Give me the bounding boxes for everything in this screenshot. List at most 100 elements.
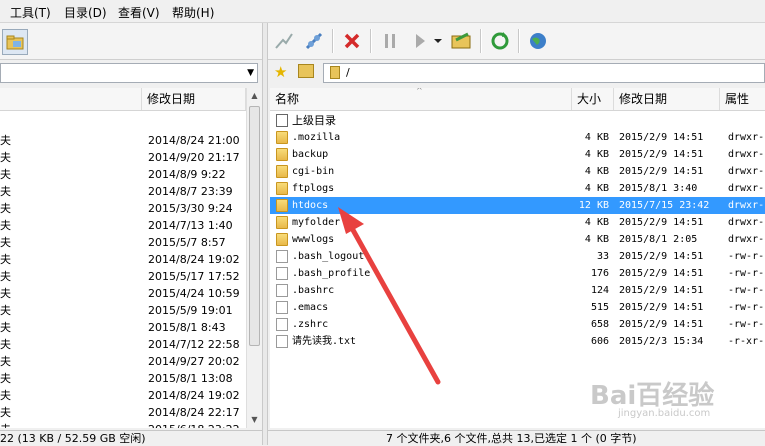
star-icon[interactable]: ★ (274, 63, 287, 81)
table-row[interactable]: backup 4 KB 2015/2/9 14:51 drwxr- (270, 146, 765, 163)
table-row[interactable]: .mozilla 4 KB 2015/2/9 14:51 drwxr- (270, 129, 765, 146)
local-row-name: 夫 (0, 151, 11, 164)
local-row-name: 夫 (0, 185, 11, 198)
remote-row-attr: -rw-r- (728, 268, 765, 279)
menu-directory[interactable]: 目录(D) (64, 4, 107, 21)
local-row-date: 2014/8/24 22:17 (148, 406, 240, 419)
table-row[interactable]: 夫 2015/8/1 8:43 (0, 319, 246, 336)
local-col-name[interactable] (0, 88, 142, 110)
table-row[interactable]: 夫 2014/9/27 20:02 (0, 353, 246, 370)
table-row[interactable]: myfolder 4 KB 2015/2/9 14:51 drwxr- (270, 214, 765, 231)
table-row[interactable]: htdocs 12 KB 2015/7/15 23:42 drwxr- (270, 197, 765, 214)
remote-path-field[interactable]: / (323, 63, 765, 83)
table-row[interactable]: 夫 2014/8/24 19:02 (0, 387, 246, 404)
local-row-date: 2014/8/24 21:00 (148, 134, 240, 147)
remote-row-attr: drwxr- (728, 166, 765, 177)
folder-tree-icon (6, 35, 24, 50)
right-address-bar: ★ / (268, 60, 765, 86)
scroll-thumb[interactable] (249, 106, 260, 346)
play-button[interactable] (408, 29, 432, 53)
table-row[interactable]: .bash_logout 33 2015/2/9 14:51 -rw-r- (270, 248, 765, 265)
remote-row-size: 176 (590, 268, 609, 279)
local-scrollbar[interactable]: ▲ ▼ (246, 88, 262, 428)
table-row[interactable]: 请先读我.txt 606 2015/2/3 15:34 -r-xr- (270, 333, 765, 350)
local-path-combo[interactable]: ▼ (0, 63, 258, 83)
table-row[interactable]: 夫 2015/4/24 10:59 (0, 285, 246, 302)
table-row[interactable]: 夫 2015/3/30 9:24 (0, 200, 246, 217)
disconnect-icon (305, 32, 323, 50)
play-dropdown[interactable] (432, 29, 444, 53)
remote-row-attr: drwxr- (728, 149, 765, 160)
table-row[interactable]: 夫 2014/7/12 22:58 (0, 336, 246, 353)
scroll-down-arrow[interactable]: ▼ (247, 412, 262, 428)
table-row[interactable]: 夫 2015/5/17 17:52 (0, 268, 246, 285)
local-row-name: 夫 (0, 372, 11, 385)
table-row[interactable]: 夫 2014/7/13 1:40 (0, 217, 246, 234)
table-row[interactable]: ftplogs 4 KB 2015/8/1 3:40 drwxr- (270, 180, 765, 197)
table-row[interactable]: 夫 2014/8/9 9:22 (0, 166, 246, 183)
remote-row-attr: drwxr- (728, 234, 765, 245)
pause-button[interactable] (378, 29, 402, 53)
remote-row-date: 2015/2/9 14:51 (619, 268, 704, 279)
up-folder-icon[interactable] (298, 64, 314, 78)
local-folder-button[interactable] (2, 29, 28, 55)
local-row-date: 2015/5/17 17:52 (148, 270, 240, 283)
remote-col-date[interactable]: 修改日期 (614, 88, 720, 110)
table-row[interactable]: 夫 2014/8/24 22:17 (0, 404, 246, 421)
remote-row-name: .emacs (292, 302, 329, 313)
remote-col-attr[interactable]: 属性 (720, 88, 765, 110)
table-row[interactable]: 夫 2014/9/20 21:17 (0, 149, 246, 166)
table-row[interactable]: 夫 2015/6/18 23:22 (0, 421, 246, 428)
remote-row-size: 4 KB (584, 234, 609, 245)
table-row[interactable]: 夫 2015/8/1 13:08 (0, 370, 246, 387)
chevron-down-icon[interactable]: ▼ (247, 68, 254, 78)
table-row[interactable]: 夫 2014/8/7 23:39 (0, 183, 246, 200)
menu-view[interactable]: 查看(V) (118, 4, 160, 21)
connect-button[interactable] (272, 29, 296, 53)
local-row-name: 夫 (0, 236, 11, 249)
table-row[interactable]: 夫 2014/8/24 21:00 (0, 132, 246, 149)
remote-row-size: 515 (590, 302, 609, 313)
menu-help[interactable]: 帮助(H) (172, 4, 214, 21)
table-row[interactable]: wwwlogs 4 KB 2015/8/1 2:05 drwxr- (270, 231, 765, 248)
chevron-down-icon (434, 39, 442, 43)
refresh-button[interactable] (488, 29, 512, 53)
table-row[interactable]: 夫 2014/8/24 19:02 (0, 251, 246, 268)
pane-splitter[interactable] (262, 23, 268, 445)
table-row[interactable]: cgi-bin 4 KB 2015/2/9 14:51 drwxr- (270, 163, 765, 180)
local-col-date[interactable]: 修改日期 (142, 88, 246, 110)
local-row-name: 夫 (0, 338, 11, 351)
table-row[interactable]: 夫 2015/5/9 19:01 (0, 302, 246, 319)
stop-button[interactable] (340, 29, 364, 53)
left-toolbar (0, 23, 262, 60)
local-row-date: 2015/5/9 19:01 (148, 304, 233, 317)
remote-col-size[interactable]: 大小 (572, 88, 614, 110)
remote-path: / (346, 66, 350, 79)
menu-bar: 工具(T) 目录(D) 查看(V) 帮助(H) (0, 0, 765, 23)
table-row[interactable]: 夫 2015/5/7 8:57 (0, 234, 246, 251)
remote-row-size: 606 (590, 336, 609, 347)
scroll-up-arrow[interactable]: ▲ (247, 88, 262, 104)
transfer-queue-button[interactable] (450, 29, 474, 53)
remote-row-date: 2015/7/15 23:42 (619, 200, 710, 211)
local-row-name: 夫 (0, 321, 11, 334)
file-icon (276, 301, 288, 314)
folder-icon (276, 165, 288, 178)
remote-list-header: 名称 大小 修改日期 属性 ^ (270, 88, 765, 111)
local-file-list[interactable]: 修改日期 夫 2014/8/24 21:00 夫 2014/9/20 21:17 夫 20… (0, 88, 246, 428)
folder-icon (276, 199, 288, 212)
table-row[interactable]: .emacs 515 2015/2/9 14:51 -rw-r- (270, 299, 765, 316)
site-manager-button[interactable] (526, 29, 550, 53)
disconnect-button[interactable] (302, 29, 326, 53)
folder-icon (276, 131, 288, 144)
table-row[interactable]: .bash_profile 176 2015/2/9 14:51 -rw-r- (270, 265, 765, 282)
globe-icon (530, 33, 546, 49)
table-row[interactable]: .bashrc 124 2015/2/9 14:51 -rw-r- (270, 282, 765, 299)
remote-row-attr: drwxr- (728, 217, 765, 228)
file-icon (276, 318, 288, 331)
remote-row-name: myfolder (292, 217, 341, 228)
menu-tools[interactable]: 工具(T) (10, 4, 51, 21)
table-row[interactable]: .zshrc 658 2015/2/9 14:51 -rw-r- (270, 316, 765, 333)
table-row[interactable]: 上级目录 (270, 112, 765, 129)
local-row-date: 2014/8/24 19:02 (148, 389, 240, 402)
